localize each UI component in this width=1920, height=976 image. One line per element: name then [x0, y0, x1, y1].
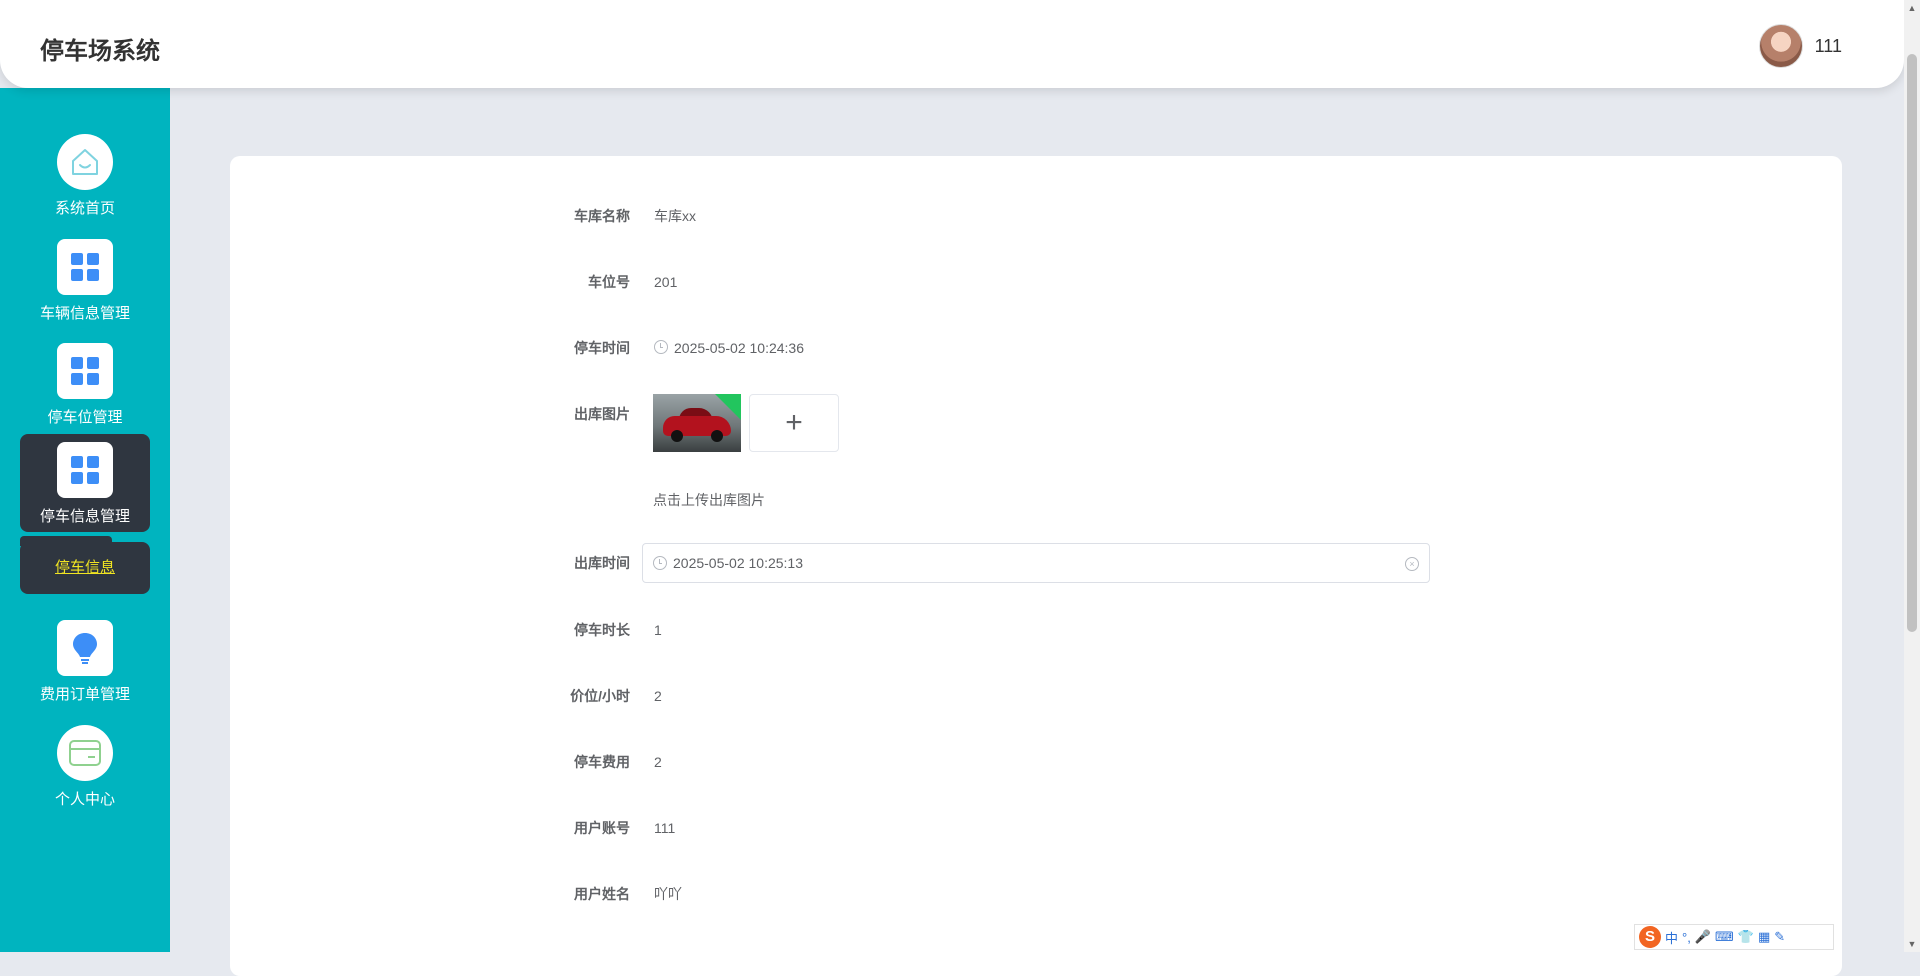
page-scrollbar[interactable]: ▲ ▼: [1904, 0, 1920, 952]
field-label: 出库时间: [574, 555, 630, 571]
field-label: 车位号: [588, 274, 630, 290]
form-row-space-no: 车位号 201: [340, 272, 677, 292]
upload-button[interactable]: +: [749, 394, 839, 452]
submenu-item-parking-info[interactable]: 停车信息: [20, 542, 150, 594]
grid-icon: [57, 343, 113, 399]
user-name-value: 吖吖: [654, 886, 682, 902]
field-label: 出库图片: [574, 406, 630, 422]
toolbox-icon[interactable]: ✎: [1774, 929, 1785, 945]
sidebar-item-label: 停车位管理: [47, 409, 123, 426]
exit-image-uploader: +: [653, 394, 839, 452]
sidebar-item-label: 个人中心: [54, 791, 115, 808]
form-row-garage-name: 车库名称 车库xx: [340, 206, 696, 226]
plus-icon: +: [785, 406, 803, 439]
bulb-icon: [57, 620, 113, 676]
clear-icon[interactable]: ×: [1405, 557, 1419, 571]
fee-value: 2: [654, 754, 662, 770]
top-header: 停车场系统 111: [0, 0, 1904, 88]
field-label: 停车费用: [574, 754, 630, 770]
upload-hint: 点击上传出库图片: [653, 492, 765, 508]
field-label: 用户账号: [574, 820, 630, 836]
field-label: 车库名称: [574, 208, 630, 224]
user-menu[interactable]: 111: [1758, 24, 1842, 68]
form-row-exit-image: 出库图片: [340, 404, 642, 424]
scroll-down-arrow-icon[interactable]: ▼: [1904, 936, 1920, 952]
form-row-price: 价位/小时 2: [340, 686, 662, 706]
form-row-exit-time: 出库时间 2025-05-02 10:25:13 ×: [340, 543, 1430, 583]
sidebar-item-home[interactable]: 系统首页: [20, 126, 150, 222]
exit-time-value: 2025-05-02 10:25:13: [673, 555, 803, 571]
app-title: 停车场系统: [40, 38, 160, 65]
username: 111: [1814, 35, 1842, 56]
sidebar-item-parking-space[interactable]: 停车位管理: [20, 335, 150, 431]
ime-toolbar[interactable]: S 中 °, 🎤 ⌨ 👕 ▦ ✎: [1634, 924, 1834, 950]
field-label: 用户姓名: [574, 886, 630, 902]
form-row-user-account: 用户账号 111: [340, 818, 675, 838]
clock-icon: [654, 340, 668, 354]
grid-icon: [57, 239, 113, 295]
scroll-up-arrow-icon[interactable]: ▲: [1904, 0, 1920, 16]
sidebar-item-fee-orders[interactable]: 费用订单管理: [20, 612, 150, 708]
microphone-icon[interactable]: 🎤: [1695, 929, 1711, 945]
submenu-label: 停车信息: [54, 559, 115, 576]
skin-icon[interactable]: 👕: [1738, 929, 1754, 945]
form-row-user-name: 用户姓名 吖吖: [340, 884, 682, 904]
duration-value: 1: [654, 622, 662, 638]
field-label: 价位/小时: [570, 688, 630, 704]
sidebar-item-label: 系统首页: [54, 200, 115, 217]
punctuation-icon[interactable]: °,: [1682, 930, 1691, 945]
ime-mode[interactable]: 中: [1665, 928, 1678, 947]
sogou-logo-icon[interactable]: S: [1639, 926, 1661, 948]
scroll-thumb[interactable]: [1907, 54, 1917, 632]
grid-icon: [57, 442, 113, 498]
sidebar-item-personal-center[interactable]: 个人中心: [20, 717, 150, 813]
field-label: 停车时间: [574, 340, 630, 356]
sidebar-item-label: 车辆信息管理: [39, 305, 130, 322]
price-value: 2: [654, 688, 662, 704]
keyboard-icon[interactable]: ⌨: [1715, 929, 1734, 945]
home-icon: [57, 134, 113, 190]
user-account-value: 111: [654, 820, 676, 836]
field-label: 停车时长: [574, 622, 630, 638]
sidebar: 系统首页 车辆信息管理 停车位管理 停车信息管理 停车信息 费用订单管理 个人中…: [0, 88, 170, 952]
clock-icon: [653, 556, 667, 570]
card-icon: [57, 725, 113, 781]
park-time-value: 2025-05-02 10:24:36: [642, 340, 804, 356]
sidebar-item-label: 停车信息管理: [39, 508, 130, 525]
space-no-value: 201: [654, 274, 678, 290]
apps-icon[interactable]: ▦: [1758, 929, 1770, 945]
sidebar-item-vehicle[interactable]: 车辆信息管理: [20, 231, 150, 327]
exit-image-thumbnail[interactable]: [653, 394, 741, 452]
form-row-fee: 停车费用 2: [340, 752, 662, 772]
form-row-park-time: 停车时间 2025-05-02 10:24:36: [340, 338, 804, 358]
avatar[interactable]: [1758, 24, 1803, 68]
sidebar-item-parking-info[interactable]: 停车信息管理: [20, 434, 150, 532]
sidebar-item-label: 费用订单管理: [39, 686, 130, 703]
exit-time-picker[interactable]: 2025-05-02 10:25:13 ×: [642, 543, 1430, 583]
garage-name-value: 车库xx: [654, 208, 696, 224]
form-row-duration: 停车时长 1: [340, 620, 662, 640]
